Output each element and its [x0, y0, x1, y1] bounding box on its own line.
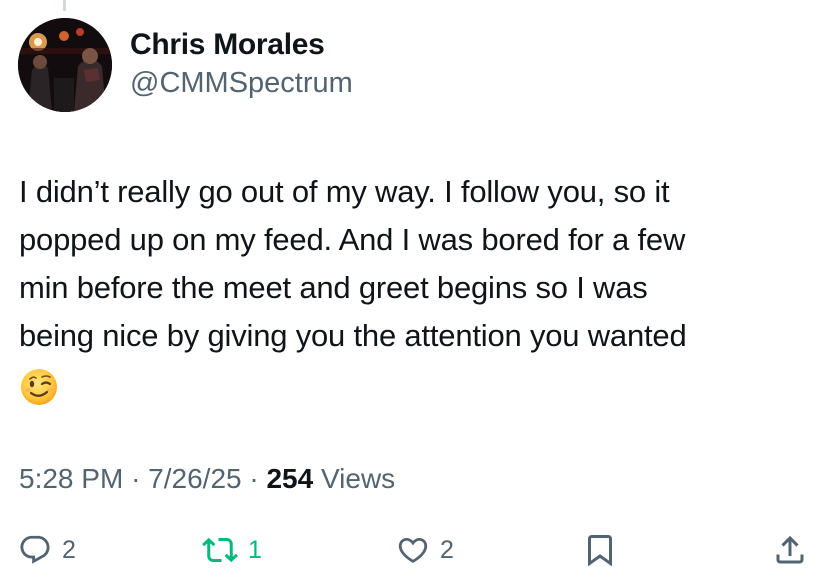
concert-photo-avatar-icon [18, 18, 112, 112]
like-count: 2 [440, 535, 454, 564]
share-button[interactable] [772, 528, 808, 572]
thread-connector-line [63, 0, 66, 11]
bookmark-icon [588, 535, 612, 567]
author-info: Chris Morales @CMMSpectrum [130, 26, 353, 102]
tweet-text-line: popped up on my feed. And I was bored fo… [19, 222, 686, 257]
views-count[interactable]: 254 [266, 463, 313, 494]
tweet-date[interactable]: 7/26/25 [148, 463, 241, 494]
like-button[interactable]: 2 [396, 528, 454, 572]
meta-separator: · [131, 463, 141, 494]
tweet-emoji-line [19, 360, 819, 408]
action-bar: 2 1 2 [0, 528, 828, 572]
tweet-metadata: 5:28 PM · 7/26/25 · 254 Views [19, 460, 395, 498]
tweet-text-line: I didn’t really go out of my way. I foll… [19, 174, 670, 209]
tweet-time[interactable]: 5:28 PM [19, 463, 123, 494]
winking-face-emoji-icon [19, 367, 59, 407]
share-icon [776, 535, 804, 564]
retweet-icon [202, 537, 238, 563]
reply-button[interactable]: 2 [18, 528, 76, 572]
tweet-text: I didn’t really go out of my way. I foll… [19, 168, 819, 408]
author-display-name[interactable]: Chris Morales [130, 26, 353, 64]
retweet-count: 1 [248, 535, 262, 564]
views-label[interactable]: Views [321, 463, 395, 494]
meta-separator: · [249, 463, 259, 494]
avatar[interactable] [18, 18, 112, 112]
retweet-button[interactable]: 1 [202, 528, 262, 572]
tweet-text-line: being nice by giving you the attention y… [19, 318, 687, 353]
author-handle[interactable]: @CMMSpectrum [130, 64, 353, 102]
reply-icon [20, 535, 50, 564]
like-icon [398, 537, 428, 563]
tweet-text-line: min before the meet and greet begins so … [19, 270, 648, 305]
reply-count: 2 [62, 535, 76, 564]
bookmark-button[interactable] [582, 528, 618, 572]
